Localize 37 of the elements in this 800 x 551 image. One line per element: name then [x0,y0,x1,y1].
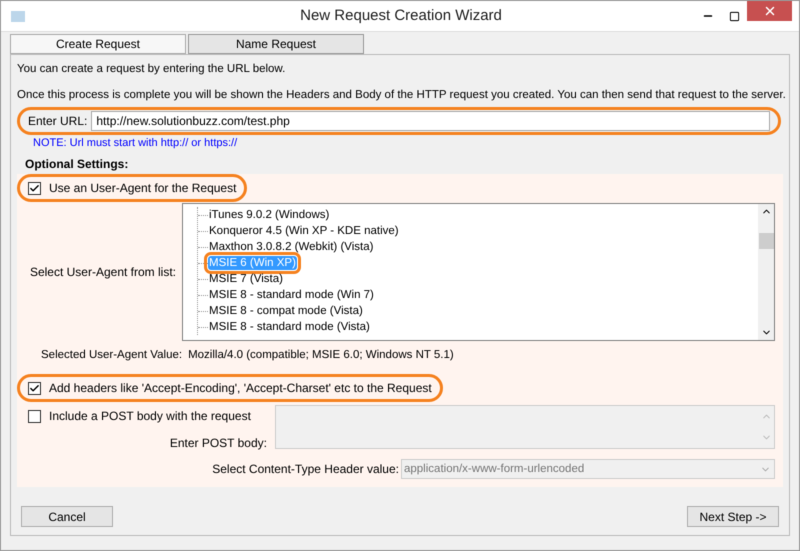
checkbox-label[interactable]: Use an User-Agent for the Request [49,179,236,197]
scrollbar[interactable] [758,204,774,340]
check-icon [29,182,40,194]
url-note: NOTE: Url must start with http:// or https:// [33,136,238,150]
list-item[interactable]: Maxthon 3.0.8.2 (Webkit) (Vista) [208,240,374,254]
window-title: New Request Creation Wizard [299,6,503,26]
content-type-label: Select Content-Type Header value: [212,461,399,478]
list-item[interactable]: MSIE 8 - compat mode (Vista) [208,304,364,318]
user-agent-list-label: Select User-Agent from list: [28,264,177,281]
url-field[interactable]: http://new.solutionbuzz.com/test.php [91,110,770,130]
list-item[interactable]: MSIE 7 (Vista) [208,272,284,286]
info-text: Once this process is complete you will be shown the Headers and Body of the HTTP request you created. You can then send that request to the server. [17,88,783,104]
tab[interactable]: Name Request [188,34,364,54]
url-label: Enter URL: [28,112,88,130]
intro-text: You can create a request by entering the URL below. [17,62,286,77]
post-body-label: Enter POST body: [168,435,267,452]
cancel-button[interactable]: Cancel [21,506,113,527]
scrollbar-thumb[interactable] [758,233,774,249]
selected-value-label: Selected User-Agent Value: [41,348,182,363]
checkbox-label[interactable]: Add headers like 'Accept-Encoding', 'Accept-Charset' etc to the Request [49,379,432,398]
section-heading: Optional Settings: [25,156,130,173]
tab[interactable]: Create Request [10,34,186,54]
list-item[interactable]: MSIE 8 - standard mode (Win 7) [208,288,375,302]
maximize-icon [728,10,740,22]
list-item[interactable]: MSIE 8 - standard mode (Vista) [208,320,371,334]
check-icon [29,382,40,394]
app-logo-icon [11,10,25,22]
checkbox[interactable] [28,382,41,395]
list-item[interactable]: Konqueror 4.5 (Win XP - KDE native) [208,224,400,238]
selected-value-text: Mozilla/4.0 (compatible; MSIE 6.0; Windows NT 5.1) [188,348,454,363]
checkbox-label[interactable]: Include a POST body with the request [49,407,251,426]
list-item[interactable]: iTunes 9.0.2 (Windows) [208,208,330,222]
checkbox[interactable] [28,410,41,423]
next-step-button[interactable]: Next Step -> [687,506,779,527]
user-agent-list[interactable] [182,203,775,341]
close-button[interactable] [747,1,792,21]
checkbox[interactable] [28,182,41,194]
